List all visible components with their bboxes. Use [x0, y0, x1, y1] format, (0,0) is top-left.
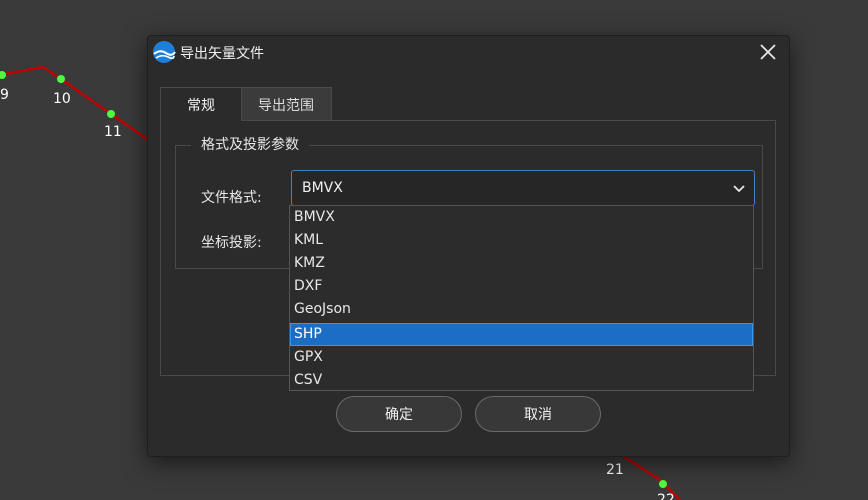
projection-label: 坐标投影: [201, 235, 262, 251]
map-label-10: 10 [53, 91, 71, 107]
tab-general-label: 常规 [187, 97, 215, 114]
map-point-9 [0, 71, 6, 79]
close-button[interactable] [755, 39, 781, 65]
file-format-dropdown-list: BMVX KML KMZ DXF GeoJson SHP GPX CSV [289, 205, 754, 391]
dropdown-option-geojson[interactable]: GeoJson [290, 298, 753, 321]
cancel-button-label: 取消 [524, 407, 552, 423]
file-format-select[interactable]: BMVX [291, 170, 755, 206]
dropdown-option-bmvx[interactable]: BMVX [290, 206, 753, 229]
dialog-titlebar: 导出矢量文件 [148, 36, 789, 69]
dropdown-option-shp[interactable]: SHP [290, 323, 753, 346]
close-icon [760, 44, 776, 60]
map-label-21: 21 [606, 462, 624, 478]
map-label-11: 11 [104, 124, 122, 140]
cancel-button[interactable]: 取消 [475, 396, 601, 432]
tab-export-range[interactable]: 导出范围 [240, 87, 332, 121]
map-label-22: 22 [657, 492, 675, 500]
tab-general[interactable]: 常规 [160, 87, 242, 121]
group-title: 格式及投影参数 [191, 134, 309, 154]
dropdown-option-kmz[interactable]: KMZ [290, 252, 753, 275]
dropdown-option-gpx[interactable]: GPX [290, 346, 753, 369]
map-point-22 [659, 480, 667, 488]
dropdown-option-kml[interactable]: KML [290, 229, 753, 252]
map-label-9: 9 [0, 87, 9, 103]
route-line-upper [0, 65, 149, 142]
map-point-11 [107, 110, 115, 118]
ok-button-label: 确定 [385, 407, 413, 423]
ok-button[interactable]: 确定 [336, 396, 462, 432]
tab-export-range-label: 导出范围 [258, 97, 314, 114]
dialog-title: 导出矢量文件 [180, 46, 264, 62]
file-format-value: BMVX [302, 180, 343, 196]
map-point-10 [57, 75, 65, 83]
file-format-label: 文件格式: [201, 190, 262, 206]
dropdown-option-csv[interactable]: CSV [290, 369, 753, 392]
app-logo-icon [153, 41, 176, 63]
chevron-down-icon [733, 185, 745, 193]
dropdown-option-dxf[interactable]: DXF [290, 275, 753, 298]
